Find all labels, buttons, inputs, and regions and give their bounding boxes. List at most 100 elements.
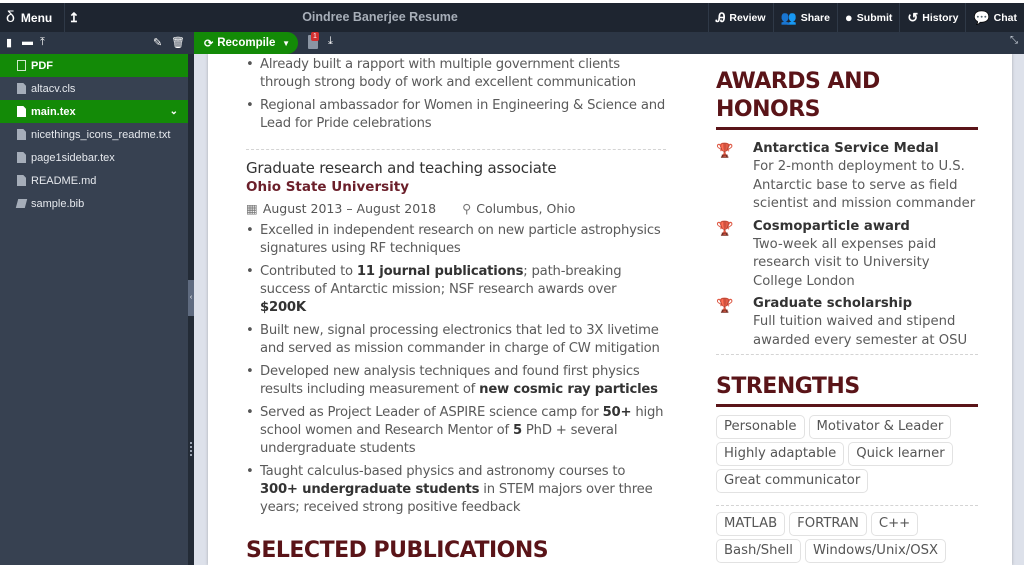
new-folder-icon[interactable]: ▬	[22, 36, 33, 48]
skill-tag: C++	[870, 512, 919, 536]
download-icon[interactable]: ⤓	[328, 35, 333, 48]
back-to-projects-button[interactable]: ↥	[62, 3, 86, 32]
menu-button[interactable]: δ Menu	[0, 3, 66, 32]
share-button[interactable]: 👥 Share	[772, 3, 837, 32]
chevron-left-icon: ‹	[189, 294, 193, 301]
pdf-page: Already built a rapport with multiple go…	[208, 54, 1012, 565]
top-bar: δ Menu ↥ Oindree Banerjee Resume Ꭿ Review…	[0, 0, 1024, 32]
skill-tag: FORTRAN	[789, 512, 867, 536]
review-button[interactable]: Ꭿ Review	[707, 3, 773, 32]
pdf-icon	[17, 60, 26, 71]
award-name: Cosmoparticle award	[753, 218, 910, 234]
book-icon	[15, 199, 28, 208]
award-description: For 2-month deployment to U.S. Antarctic…	[753, 159, 976, 211]
skill-tag: Quick learner	[848, 442, 953, 466]
section-separator	[246, 149, 666, 150]
rename-icon[interactable]: ✎	[153, 36, 162, 49]
collapse-icon[interactable]: ⤡	[1010, 35, 1018, 46]
new-file-icon[interactable]: ▮	[6, 36, 12, 49]
file-name: PDF	[31, 59, 53, 72]
award-name: Antarctica Service Medal	[753, 141, 939, 156]
arrow-up-icon: ↥	[68, 9, 80, 25]
calendar-icon: ▦	[246, 201, 258, 216]
history-button[interactable]: ↺ History	[899, 3, 965, 32]
trophy-icon: 🏆	[716, 143, 734, 159]
overleaf-logo-icon: δ	[6, 8, 15, 26]
file-name: nicethings_icons_readme.txt	[31, 128, 171, 141]
section-separator	[716, 354, 978, 355]
job-meta: ▦ August 2013 – August 2018 ⚲ Columbus, O…	[246, 199, 666, 219]
file-name: sample.bib	[31, 197, 85, 210]
topbar-actions: Ꭿ Review 👥 Share ● Submit ↺ History 💬 Chat	[707, 3, 1024, 32]
recompile-button[interactable]: ⟳ Recompile ▼	[194, 32, 298, 54]
share-label: Share	[800, 11, 830, 24]
bullet-item: Already built a rapport with multiple go…	[246, 56, 666, 92]
skill-tag: MATLAB	[716, 512, 786, 536]
resize-grip-editor[interactable]	[190, 442, 192, 456]
bullet-item: Contributed to 11 journal publications; …	[246, 263, 666, 317]
file-name: page1sidebar.tex	[31, 151, 115, 164]
organization: Ohio State University	[246, 179, 410, 195]
tech-skills: MATLAB FORTRAN C++ Bash/Shell Windows/Unix/O…	[716, 512, 978, 565]
upload-icon[interactable]: ⤒	[40, 36, 45, 49]
awards-list: 🏆 Antarctica Service Medal For 2-month dep…	[716, 140, 978, 350]
pdf-preview[interactable]: Already built a rapport with multiple go…	[194, 54, 1024, 565]
globe-icon: ●	[844, 10, 853, 25]
users-icon: 👥	[780, 9, 797, 25]
job-location: Columbus, Ohio	[476, 201, 576, 216]
skill-tag: Motivator & Leader	[808, 415, 952, 439]
submit-label: Submit	[856, 11, 893, 24]
map-marker-icon: ⚲	[462, 201, 472, 216]
chevron-down-icon[interactable]: ▼	[282, 39, 290, 48]
publications-heading: SELECTED PUBLICATIONS	[246, 537, 666, 565]
chat-button[interactable]: 💬 Chat	[965, 3, 1024, 32]
review-icon: Ꭿ	[715, 9, 726, 25]
chat-icon: 💬	[973, 9, 990, 25]
file-name: main.tex	[31, 105, 76, 118]
award-item: 🏆 Antarctica Service Medal For 2-month dep…	[716, 140, 978, 214]
file-item-page1sidebar[interactable]: page1sidebar.tex	[0, 146, 188, 169]
file-tree: PDF altacv.cls main.tex ⌄ nicethings_ico…	[0, 54, 191, 565]
history-label: History	[922, 11, 959, 24]
chat-label: Chat	[993, 11, 1017, 24]
bullet-item: Regional ambassador for Women in Enginee…	[246, 97, 666, 133]
delete-icon[interactable]: 🗑	[171, 36, 185, 49]
logs-button[interactable]: 1	[308, 32, 319, 49]
history-icon: ↺	[907, 9, 919, 25]
section-separator	[716, 505, 978, 506]
award-item: 🏆 Cosmoparticle award Two-week all expense…	[716, 218, 978, 292]
file-icon	[17, 175, 26, 186]
skill-tag: Highly adaptable	[716, 442, 845, 466]
resume-side-column: AWARDS AND HONORS 🏆 Antarctica Service Me…	[716, 54, 978, 565]
skill-tag: Personable	[716, 415, 805, 439]
file-icon	[17, 83, 26, 94]
file-item-pdf[interactable]: PDF	[0, 54, 188, 77]
project-title[interactable]: Oindree Banerjee Resume	[280, 3, 480, 32]
award-name: Graduate scholarship	[753, 296, 913, 311]
file-icon	[17, 152, 26, 163]
strengths-heading: STRENGTHS	[716, 373, 978, 407]
file-item-altacv[interactable]: altacv.cls	[0, 77, 188, 100]
file-item-readme-txt[interactable]: nicethings_icons_readme.txt	[0, 123, 188, 146]
file-icon	[17, 106, 26, 117]
file-tree-toolbar: ▮ ▬ ⤒ ✎ 🗑	[0, 32, 190, 54]
logs-badge: 1	[311, 32, 319, 41]
file-name: altacv.cls	[31, 82, 76, 95]
job-title: Graduate research and teaching associate	[246, 159, 557, 177]
file-item-readme-md[interactable]: README.md	[0, 169, 188, 192]
file-item-sample-bib[interactable]: sample.bib	[0, 192, 188, 215]
skill-tag: Great communicator	[716, 469, 869, 493]
bullet-item: Built new, signal processing electronics…	[246, 322, 666, 358]
file-item-main-tex[interactable]: main.tex ⌄	[0, 100, 188, 123]
soft-skills: Personable Motivator & Leader Highly adapt…	[716, 415, 978, 493]
skill-tag: Windows/Unix/OSX	[804, 539, 947, 563]
menu-label: Menu	[20, 10, 53, 25]
file-icon	[17, 129, 26, 140]
top-bullets: Already built a rapport with multiple go…	[246, 54, 666, 133]
bullet-item: Excelled in independent research on new …	[246, 222, 666, 258]
trophy-icon: 🏆	[716, 220, 734, 237]
job-bullets: Excelled in independent research on new …	[246, 222, 666, 517]
file-name: README.md	[31, 174, 97, 187]
submit-button[interactable]: ● Submit	[836, 3, 899, 32]
chevron-down-icon[interactable]: ⌄	[170, 106, 178, 117]
